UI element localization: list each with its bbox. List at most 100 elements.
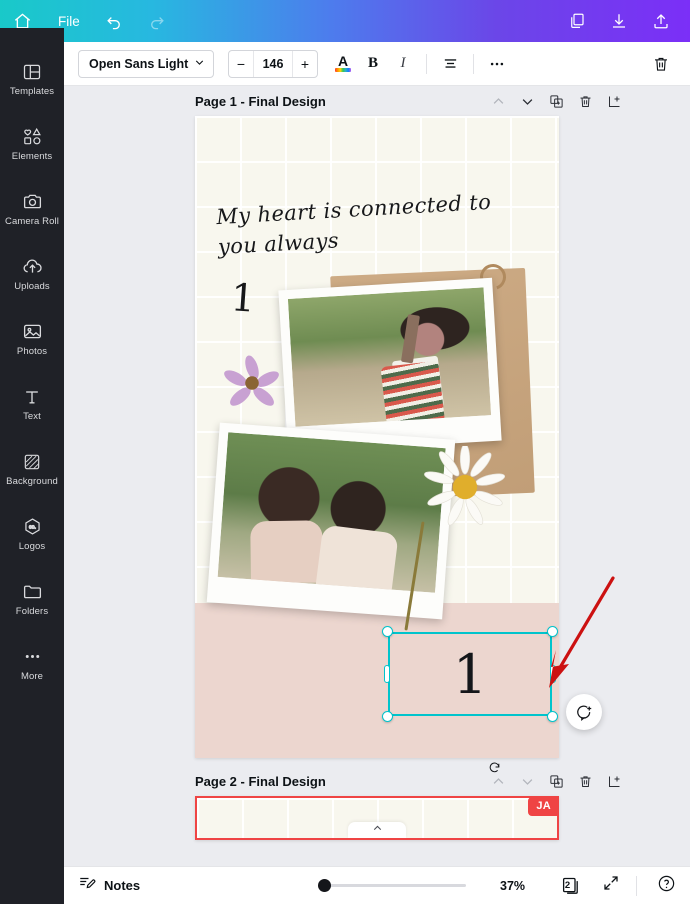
font-size-increase-button[interactable]: + — [293, 51, 317, 77]
duplicate-icon[interactable] — [556, 0, 598, 42]
help-icon[interactable] — [657, 874, 676, 898]
more-horizontal-icon[interactable] — [482, 49, 512, 79]
header-right-actions — [556, 0, 690, 42]
bottom-status-bar: Notes 37% 2 — [64, 866, 690, 904]
toolbar-divider — [473, 53, 474, 74]
expand-icon[interactable] — [602, 874, 620, 897]
text-toolbar: Open Sans Light − 146 + A B I — [64, 42, 690, 86]
purple-flower-decor — [224, 355, 279, 406]
add-page-icon[interactable] — [606, 773, 623, 790]
page-2-header: Page 2 - Final Design — [64, 762, 690, 796]
move-down-icon[interactable] — [519, 773, 536, 790]
pages-icon[interactable]: 2 — [560, 875, 582, 897]
photos-icon — [22, 321, 43, 343]
bottombar-divider — [636, 875, 637, 896]
zoom-slider-knob[interactable] — [318, 879, 331, 892]
share-icon[interactable] — [640, 0, 682, 42]
sidebar-item-camera-roll[interactable]: Camera Roll — [0, 176, 64, 241]
photo-polaroid-1[interactable] — [278, 277, 502, 454]
photo-image-couple-laughing — [217, 432, 446, 593]
sidebar-item-text[interactable]: Text — [0, 371, 64, 436]
move-up-icon[interactable] — [490, 93, 507, 110]
sidebar-item-photos[interactable]: Photos — [0, 306, 64, 371]
notes-button[interactable]: Notes — [78, 874, 140, 897]
sidebar-item-label: Camera Roll — [5, 215, 59, 227]
sidebar-item-label: Uploads — [14, 280, 50, 292]
font-size-stepper[interactable]: − 146 + — [228, 49, 318, 78]
sidebar-item-label: Templates — [9, 85, 55, 97]
font-size-input[interactable]: 146 — [253, 50, 293, 77]
page-2-canvas[interactable]: JA — [195, 796, 559, 840]
page-title: Page 1 - Final Design — [195, 93, 326, 109]
italic-button[interactable]: I — [388, 49, 418, 79]
text-color-button[interactable]: A — [328, 49, 358, 79]
zoom-slider[interactable] — [318, 879, 466, 892]
sidebar-item-elements[interactable]: Elements — [0, 111, 64, 176]
download-icon[interactable] — [598, 0, 640, 42]
add-page-icon[interactable] — [606, 93, 623, 110]
sidebar-item-more[interactable]: More — [0, 631, 64, 696]
align-icon[interactable] — [435, 49, 465, 79]
color-swatch — [335, 68, 351, 72]
sidebar-item-label: Elements — [11, 150, 53, 162]
resize-handle-top-left[interactable] — [382, 626, 393, 637]
duplicate-page-icon[interactable] — [548, 93, 565, 110]
svg-text:co.: co. — [28, 525, 35, 531]
rotate-cursor-icon — [488, 761, 501, 779]
redo-icon[interactable] — [136, 0, 178, 42]
trash-icon[interactable] — [646, 49, 676, 79]
top-header-bar: File — [0, 0, 690, 42]
page-1-canvas[interactable]: My heart is connected to you always 1 1 — [195, 116, 559, 758]
uploads-icon — [22, 256, 43, 278]
logos-icon: co. — [22, 516, 43, 538]
collaborator-badge: JA — [528, 798, 557, 816]
move-down-icon[interactable] — [519, 93, 536, 110]
resize-handle-bottom-right[interactable] — [547, 711, 558, 722]
sidebar-item-uploads[interactable]: Uploads — [0, 241, 64, 306]
selected-text-value[interactable]: 1 — [388, 632, 552, 716]
templates-icon — [22, 61, 42, 83]
resize-handle-middle-left[interactable] — [384, 665, 390, 683]
selected-text-element[interactable]: 1 — [382, 626, 558, 722]
delete-page-icon[interactable] — [577, 773, 594, 790]
notes-label: Notes — [104, 878, 141, 893]
page-1-header: Page 1 - Final Design — [64, 86, 690, 116]
zoom-slider-track[interactable] — [318, 879, 466, 892]
font-size-decrease-button[interactable]: − — [229, 51, 253, 77]
sidebar-item-folders[interactable]: Folders — [0, 566, 64, 631]
undo-icon[interactable] — [94, 0, 136, 42]
page-1-actions — [490, 93, 623, 110]
canvas-scroll-area[interactable]: Page 1 - Final Design My heart is connec… — [64, 86, 690, 866]
sidebar-item-label: Text — [23, 410, 41, 422]
bold-button[interactable]: B — [358, 49, 388, 79]
resize-handle-middle-right[interactable] — [550, 665, 556, 683]
chevron-down-icon — [193, 56, 206, 72]
sidebar-item-background[interactable]: Background — [0, 436, 64, 501]
sidebar-item-label: Logos — [18, 540, 46, 552]
font-family-value: Open Sans Light — [89, 56, 189, 71]
photo-polaroid-2[interactable] — [206, 422, 456, 620]
zoom-percent-label[interactable]: 37% — [500, 879, 534, 893]
duplicate-page-icon[interactable] — [489, 762, 565, 790]
daisy-flower-decor — [424, 446, 506, 526]
canvas-decor-number[interactable]: 1 — [229, 275, 256, 321]
page-2-actions — [489, 762, 623, 790]
sidebar-item-templates[interactable]: Templates — [0, 46, 64, 111]
canva-editor-window: File Templates Elements Camera Roll Uplo… — [0, 0, 690, 904]
sidebar-item-label: Folders — [15, 605, 49, 617]
sidebar-item-logos[interactable]: co. Logos — [0, 501, 64, 566]
camera-roll-icon — [22, 191, 43, 213]
sidebar-item-label: Background — [6, 475, 58, 487]
text-color-label: A — [337, 53, 349, 69]
resize-handle-bottom-left[interactable] — [382, 711, 393, 722]
font-family-select[interactable]: Open Sans Light — [78, 49, 214, 78]
collapse-panel-toggle[interactable] — [348, 822, 406, 838]
toolbar-divider — [426, 53, 427, 74]
page-count-label: 2 — [564, 880, 571, 891]
add-comment-button[interactable] — [566, 694, 602, 730]
more-icon — [22, 646, 43, 668]
notes-icon — [78, 874, 96, 897]
resize-handle-top-right[interactable] — [547, 626, 558, 637]
page-title: Page 2 - Final Design — [195, 773, 326, 789]
delete-page-icon[interactable] — [577, 93, 594, 110]
